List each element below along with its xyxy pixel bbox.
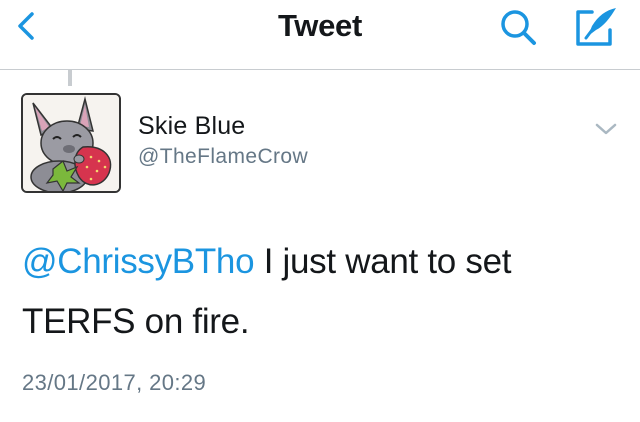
author-name[interactable]: Skie Blue — [138, 112, 245, 141]
tweet-timestamp: 23/01/2017, 20:29 — [22, 370, 207, 395]
search-button[interactable] — [497, 6, 545, 50]
tweet-detail-screen: Tweet Skie Blue @TheFlameCrow @ChrissyBT… — [0, 0, 640, 422]
nav-bar: Tweet — [0, 0, 640, 70]
tweet-text-line2: TERFS on fire. — [22, 302, 250, 341]
avatar[interactable] — [21, 93, 121, 193]
compose-button[interactable] — [570, 4, 620, 50]
compose-icon — [576, 8, 616, 46]
thread-connector-line — [68, 70, 72, 86]
chevron-down-icon — [595, 123, 617, 135]
tweet-text-line1: I just want to set — [254, 242, 512, 281]
author-handle[interactable]: @TheFlameCrow — [138, 145, 308, 169]
tweet-text: @ChrissyBTho I just want to set TERFS on… — [22, 232, 622, 352]
mention-link[interactable]: @ChrissyBTho — [22, 242, 255, 281]
bat-holding-strawberry-avatar — [23, 95, 119, 191]
tweet-menu-button[interactable] — [591, 118, 621, 140]
search-icon — [501, 10, 536, 45]
